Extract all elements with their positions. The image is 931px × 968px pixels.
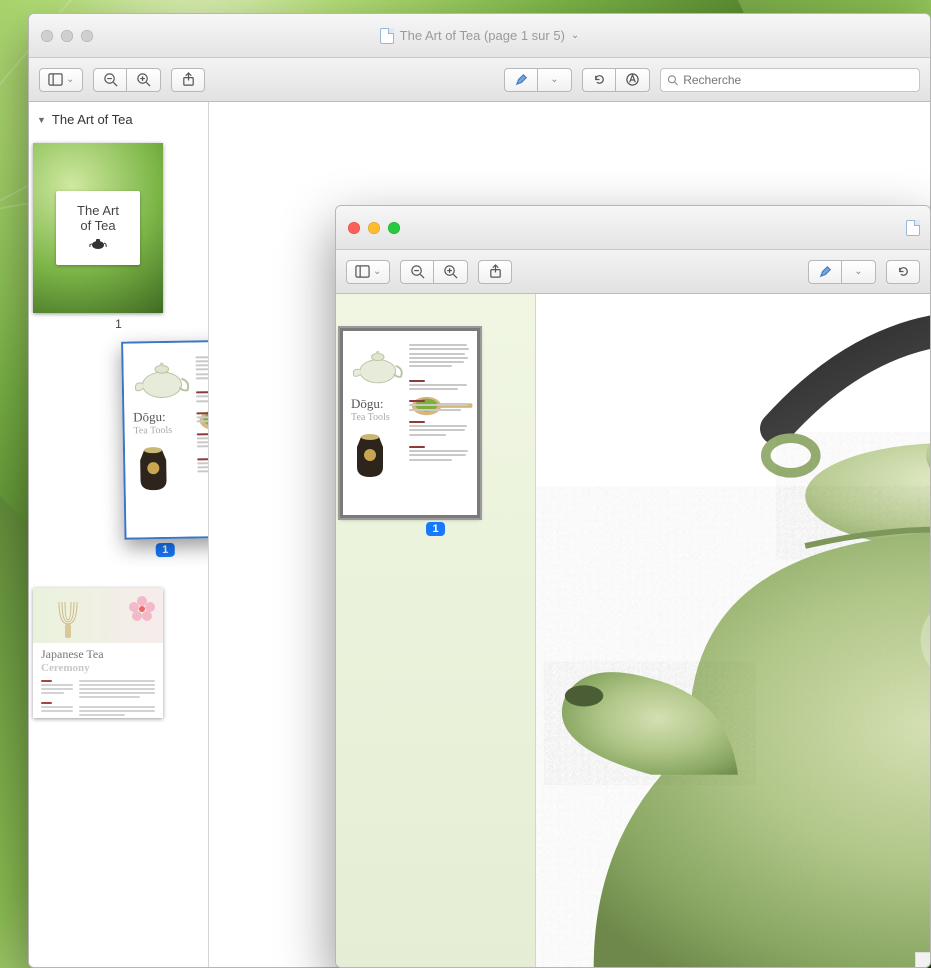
document-icon xyxy=(906,220,920,236)
thumbnails-sidebar[interactable]: Dōgu: Tea Tools xyxy=(336,294,536,967)
highlight-button[interactable] xyxy=(808,260,842,284)
page-thumbnail-1[interactable]: Dōgu: Tea Tools xyxy=(340,328,531,537)
drag-count-badge: 1 xyxy=(156,543,174,557)
rotate-button[interactable] xyxy=(582,68,616,92)
minimize-icon[interactable] xyxy=(368,222,380,234)
thumb-subheading: Ceremony xyxy=(41,662,155,674)
document-view[interactable] xyxy=(536,294,930,967)
zoom-in-button[interactable] xyxy=(434,260,468,284)
page-thumbnail-3[interactable]: Japanese Tea Ceremony xyxy=(33,588,204,718)
disclosure-triangle-icon[interactable]: ▼ xyxy=(37,115,46,125)
highlight-menu-button[interactable]: ⌄ xyxy=(538,68,572,92)
sidebar-toggle-button[interactable]: ⌄ xyxy=(346,260,390,284)
teapot-icon xyxy=(351,342,405,388)
preview-window-2: ⌄ ⌄ xyxy=(335,205,931,968)
zoom-out-button[interactable] xyxy=(93,68,127,92)
thumb-heading: Dōgu: xyxy=(351,396,405,412)
thumb-heading: Dōgu: xyxy=(133,408,192,425)
search-input[interactable] xyxy=(683,73,913,87)
markup-button[interactable] xyxy=(616,68,650,92)
zoom-out-button[interactable] xyxy=(400,260,434,284)
outline-header[interactable]: ▼ The Art of Tea xyxy=(33,112,204,133)
traffic-lights xyxy=(348,222,400,234)
page-thumbnail-1[interactable]: The Art of Tea 1 xyxy=(33,143,204,331)
window-title xyxy=(906,220,920,236)
cover-title-2: of Tea xyxy=(80,218,115,233)
thumb-subheading: Tea Tools xyxy=(351,412,405,423)
window-title: The Art of Tea (page 1 sur 5) ⌄ xyxy=(29,28,930,44)
sidebar-toggle-button[interactable]: ⌄ xyxy=(39,68,83,92)
traffic-lights xyxy=(41,30,93,42)
highlight-button[interactable] xyxy=(504,68,538,92)
zoom-icon[interactable] xyxy=(388,222,400,234)
teapot-image xyxy=(536,294,930,967)
title-text: The Art of Tea (page 1 sur 5) xyxy=(400,28,565,43)
tea-caddy-icon xyxy=(134,441,173,492)
page-number-label: 1 xyxy=(33,317,204,331)
thumbnails-sidebar[interactable]: ▼ The Art of Tea The Art of Tea xyxy=(29,102,209,967)
page-number-badge: 1 xyxy=(426,522,444,536)
highlight-menu-button[interactable]: ⌄ xyxy=(842,260,876,284)
toolbar: ⌄ ⌄ xyxy=(336,250,930,294)
thumb-heading: Japanese Tea xyxy=(41,647,155,662)
blossom-icon xyxy=(127,594,157,624)
titlebar[interactable] xyxy=(336,206,930,250)
share-button[interactable] xyxy=(171,68,205,92)
whisk-icon xyxy=(57,600,79,640)
search-icon xyxy=(667,74,678,86)
minimize-icon[interactable] xyxy=(61,30,73,42)
page-thumbnail-2-dragging[interactable]: Dōgu: Tea Tools xyxy=(121,340,206,558)
thumb-subheading: Tea Tools xyxy=(133,424,192,436)
document-title: The Art of Tea xyxy=(52,112,133,127)
cover-title-1: The Art xyxy=(77,203,119,218)
teapot-icon xyxy=(132,354,191,401)
zoom-icon[interactable] xyxy=(81,30,93,42)
search-field[interactable] xyxy=(660,68,920,92)
resize-handle[interactable] xyxy=(915,952,930,967)
teapot-icon xyxy=(88,237,108,252)
document-icon xyxy=(380,28,394,44)
titlebar[interactable]: The Art of Tea (page 1 sur 5) ⌄ xyxy=(29,14,930,58)
close-icon[interactable] xyxy=(348,222,360,234)
rotate-button[interactable] xyxy=(886,260,920,284)
toolbar: ⌄ ⌄ xyxy=(29,58,930,102)
zoom-in-button[interactable] xyxy=(127,68,161,92)
chevron-down-icon[interactable]: ⌄ xyxy=(571,30,579,41)
tea-caddy-icon xyxy=(351,429,389,479)
share-button[interactable] xyxy=(478,260,512,284)
close-icon[interactable] xyxy=(41,30,53,42)
